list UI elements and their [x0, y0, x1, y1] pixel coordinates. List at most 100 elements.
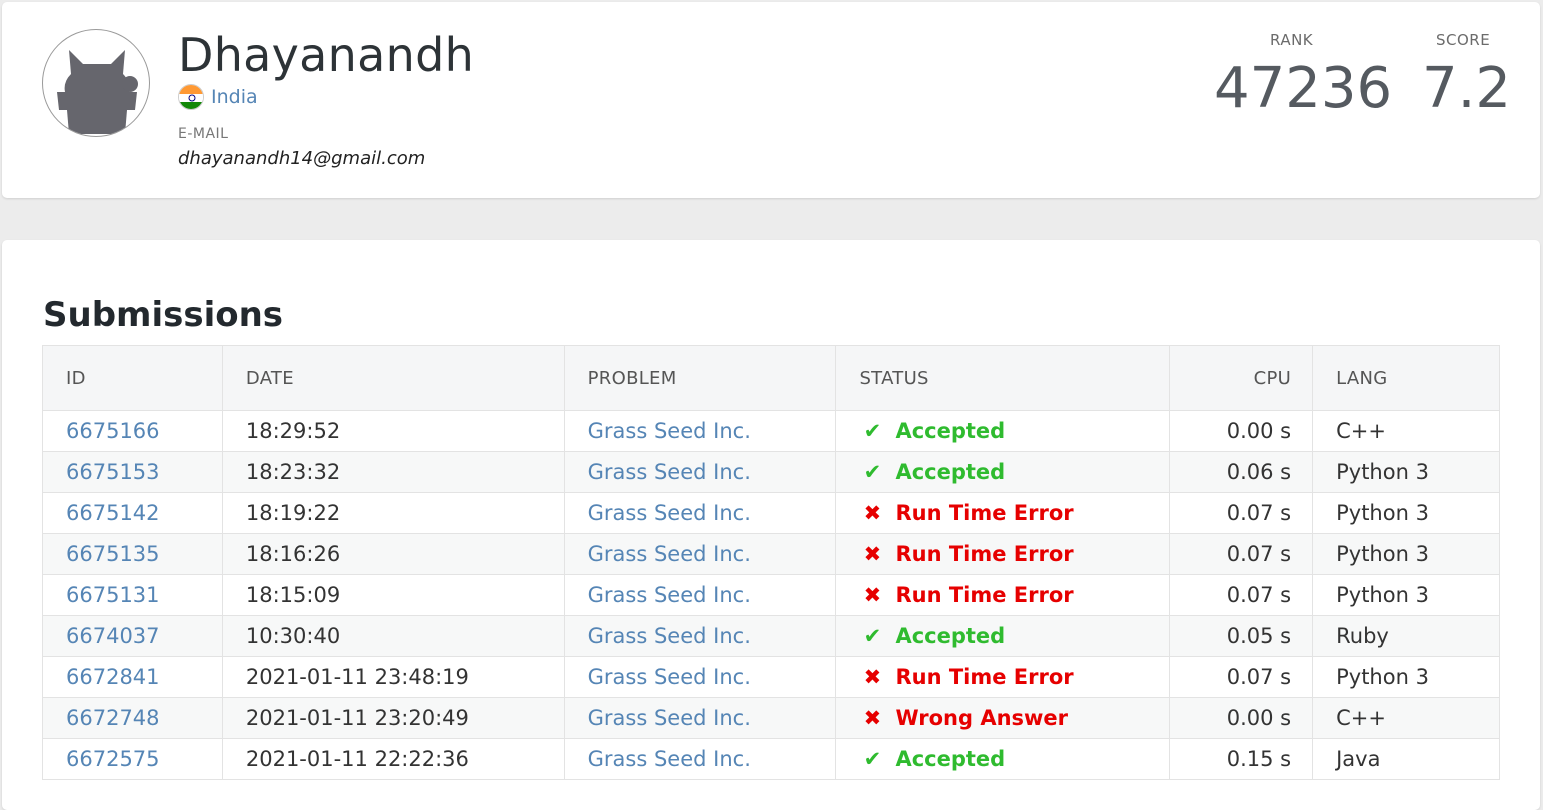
date-cell: 18:16:26 [222, 533, 565, 575]
status-text: Run Time Error [895, 583, 1074, 607]
status-text: Run Time Error [895, 665, 1074, 689]
problem-cell: Grass Seed Inc. [564, 574, 837, 616]
column-header-problem[interactable]: PROBLEM [564, 345, 837, 411]
cross-icon: ✖ [863, 665, 882, 689]
avatar[interactable] [42, 29, 150, 137]
submission-id-link[interactable]: 6675131 [66, 583, 160, 607]
user-name: Dhayanandh [178, 28, 475, 82]
date-cell: 18:23:32 [222, 451, 565, 493]
submission-id-link[interactable]: 6674037 [66, 624, 160, 648]
problem-link[interactable]: Grass Seed Inc. [588, 583, 751, 607]
problem-link[interactable]: Grass Seed Inc. [588, 747, 751, 771]
check-icon: ✔ [863, 747, 882, 771]
problem-cell: Grass Seed Inc. [564, 697, 837, 739]
check-icon: ✔ [863, 419, 882, 443]
submission-id-link[interactable]: 6675166 [66, 419, 160, 443]
column-header-lang[interactable]: LANG [1312, 345, 1500, 411]
lang-cell: C++ [1312, 410, 1500, 452]
cpu-cell: 0.05 s [1169, 615, 1314, 657]
problem-link[interactable]: Grass Seed Inc. [588, 460, 751, 484]
profile-card: Dhayanandh India E-MAIL dhayanandh14@gma… [2, 2, 1540, 198]
problem-link[interactable]: Grass Seed Inc. [588, 501, 751, 525]
problem-cell: Grass Seed Inc. [564, 451, 837, 493]
lang-cell: Java [1312, 738, 1500, 780]
column-header-id[interactable]: ID [42, 345, 223, 411]
country-link[interactable]: India [211, 86, 258, 108]
problem-cell: Grass Seed Inc. [564, 656, 837, 698]
problem-link[interactable]: Grass Seed Inc. [588, 419, 751, 443]
table-row: 6672575 2021-01-11 22:22:36 Grass Seed Inc… [42, 738, 1500, 780]
status-cell: ✖ Wrong Answer [835, 697, 1171, 739]
cpu-cell: 0.06 s [1169, 451, 1314, 493]
submission-id-link[interactable]: 6672841 [66, 665, 160, 689]
cross-icon: ✖ [863, 706, 882, 730]
score-label: SCORE [1436, 31, 1491, 49]
email-value: dhayanandh14@gmail.com [178, 148, 426, 169]
problem-link[interactable]: Grass Seed Inc. [588, 624, 751, 648]
problem-link[interactable]: Grass Seed Inc. [588, 542, 751, 566]
status-cell: ✔ Accepted [835, 451, 1171, 493]
submissions-title: Submissions [43, 295, 284, 335]
submission-id-link[interactable]: 6675153 [66, 460, 160, 484]
date-cell: 2021-01-11 22:22:36 [222, 738, 565, 780]
cpu-cell: 0.07 s [1169, 574, 1314, 616]
date-cell: 18:15:09 [222, 574, 565, 616]
country-row: India [178, 84, 258, 110]
status-text: Run Time Error [895, 542, 1074, 566]
status-cell: ✖ Run Time Error [835, 656, 1171, 698]
status-cell: ✖ Run Time Error [835, 492, 1171, 534]
score-value: 7.2 [1422, 56, 1512, 121]
table-row: 6675142 18:19:22 Grass Seed Inc. ✖ Run Time … [42, 492, 1500, 534]
date-cell: 2021-01-11 23:20:49 [222, 697, 565, 739]
cross-icon: ✖ [863, 542, 882, 566]
cpu-cell: 0.07 s [1169, 492, 1314, 534]
column-header-status[interactable]: STATUS [835, 345, 1171, 411]
submissions-card: Submissions ID DATE PROBLEM STATUS CPU L… [2, 240, 1540, 810]
submission-id-link[interactable]: 6675142 [66, 501, 160, 525]
status-text: Accepted [895, 747, 1006, 771]
check-icon: ✔ [863, 624, 882, 648]
table-row: 6675153 18:23:32 Grass Seed Inc. ✔ Accepted 0… [42, 451, 1500, 493]
lang-cell: Python 3 [1312, 574, 1500, 616]
problem-link[interactable]: Grass Seed Inc. [588, 665, 751, 689]
status-text: Run Time Error [895, 501, 1074, 525]
table-row: 6672841 2021-01-11 23:48:19 Grass Seed Inc… [42, 656, 1500, 698]
lang-cell: Python 3 [1312, 533, 1500, 575]
id-cell: 6675166 [42, 410, 223, 452]
id-cell: 6675142 [42, 492, 223, 534]
cpu-cell: 0.00 s [1169, 697, 1314, 739]
lang-cell: Python 3 [1312, 451, 1500, 493]
status-cell: ✔ Accepted [835, 615, 1171, 657]
date-cell: 10:30:40 [222, 615, 565, 657]
column-header-cpu[interactable]: CPU [1169, 345, 1314, 411]
submission-id-link[interactable]: 6672575 [66, 747, 160, 771]
table-row: 6675131 18:15:09 Grass Seed Inc. ✖ Run Time … [42, 574, 1500, 616]
cpu-cell: 0.07 s [1169, 656, 1314, 698]
check-icon: ✔ [863, 460, 882, 484]
id-cell: 6675153 [42, 451, 223, 493]
lang-cell: C++ [1312, 697, 1500, 739]
cross-icon: ✖ [863, 583, 882, 607]
id-cell: 6672575 [42, 738, 223, 780]
problem-cell: Grass Seed Inc. [564, 410, 837, 452]
column-header-date[interactable]: DATE [222, 345, 565, 411]
problem-cell: Grass Seed Inc. [564, 738, 837, 780]
cat-avatar-icon [57, 50, 138, 134]
submission-id-link[interactable]: 6675135 [66, 542, 160, 566]
status-cell: ✔ Accepted [835, 738, 1171, 780]
problem-link[interactable]: Grass Seed Inc. [588, 706, 751, 730]
status-cell: ✖ Run Time Error [835, 574, 1171, 616]
lang-cell: Ruby [1312, 615, 1500, 657]
rank-value: 47236 [1214, 56, 1393, 121]
submission-id-link[interactable]: 6672748 [66, 706, 160, 730]
india-flag-icon [178, 84, 204, 110]
status-text: Wrong Answer [895, 706, 1069, 730]
cross-icon: ✖ [863, 501, 882, 525]
cpu-cell: 0.15 s [1169, 738, 1314, 780]
id-cell: 6672841 [42, 656, 223, 698]
table-row: 6672748 2021-01-11 23:20:49 Grass Seed Inc… [42, 697, 1500, 739]
status-text: Accepted [895, 460, 1006, 484]
id-cell: 6674037 [42, 615, 223, 657]
lang-cell: Python 3 [1312, 492, 1500, 534]
status-text: Accepted [895, 624, 1006, 648]
